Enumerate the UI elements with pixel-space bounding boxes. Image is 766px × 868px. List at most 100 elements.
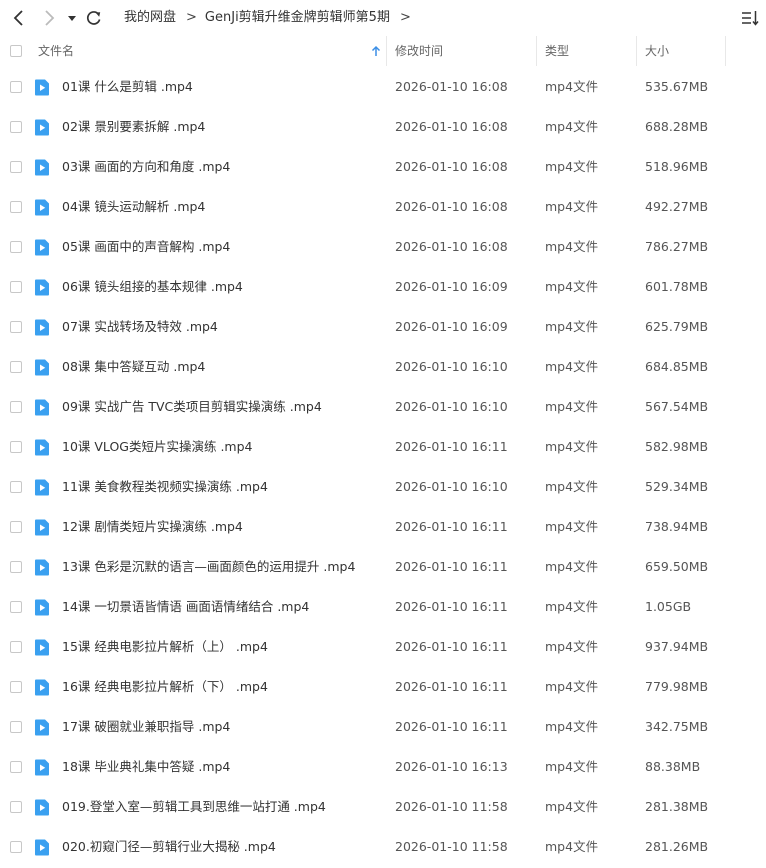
file-name[interactable]: 10课 VLOG类短片实操演练 .mp4 [62,427,253,467]
row-checkbox[interactable] [10,681,22,693]
row-checkbox[interactable] [10,601,22,613]
column-divider[interactable] [536,36,537,66]
file-name[interactable]: 020.初窥门径—剪辑行业大揭秘 .mp4 [62,827,276,867]
row-checkbox[interactable] [10,521,22,533]
sort-menu-button[interactable] [740,8,760,28]
file-name[interactable]: 019.登堂入室—剪辑工具到思维一站打通 .mp4 [62,787,326,827]
video-file-icon [35,519,49,536]
file-row[interactable]: 07课 实战转场及特效 .mp4 2026-01-10 16:09 mp4文件 625… [0,307,766,347]
file-row[interactable]: 06课 镜头组接的基本规律 .mp4 2026-01-10 16:09 mp4文件 6… [0,267,766,307]
file-row[interactable]: 08课 集中答疑互动 .mp4 2026-01-10 16:10 mp4文件 684.… [0,347,766,387]
row-checkbox[interactable] [10,121,22,133]
row-checkbox[interactable] [10,241,22,253]
file-row[interactable]: 019.登堂入室—剪辑工具到思维一站打通 .mp4 2026-01-10 11:5… [0,787,766,827]
column-divider[interactable] [636,36,637,66]
file-row[interactable]: 11课 美食教程类视频实操演练 .mp4 2026-01-10 16:10 mp4文… [0,467,766,507]
file-name[interactable]: 13课 色彩是沉默的语言—画面颜色的运用提升 .mp4 [62,547,355,587]
row-checkbox[interactable] [10,761,22,773]
column-divider[interactable] [725,36,726,66]
row-checkbox[interactable] [10,201,22,213]
file-row[interactable]: 10课 VLOG类短片实操演练 .mp4 2026-01-10 16:11 mp4文… [0,427,766,467]
file-name[interactable]: 12课 剧情类短片实操演练 .mp4 [62,507,243,547]
file-name[interactable]: 09课 实战广告 TVC类项目剪辑实操演练 .mp4 [62,387,322,427]
file-name[interactable]: 06课 镜头组接的基本规律 .mp4 [62,267,243,307]
file-row[interactable]: 13课 色彩是沉默的语言—画面颜色的运用提升 .mp4 2026-01-10 16… [0,547,766,587]
file-size: 492.27MB [645,199,709,214]
file-row[interactable]: 01课 什么是剪辑 .mp4 2026-01-10 16:08 mp4文件 535.6… [0,67,766,107]
row-checkbox[interactable] [10,401,22,413]
column-header-name[interactable]: 文件名 [38,36,74,66]
file-size: 659.50MB [645,559,709,574]
column-header-type[interactable]: 类型 [545,36,569,66]
row-checkbox[interactable] [10,161,22,173]
file-size: 786.27MB [645,239,709,254]
file-modified: 2026-01-10 16:11 [395,719,508,734]
caret-down-icon [68,16,76,21]
file-type: mp4文件 [545,119,599,134]
file-row[interactable]: 02课 景别要素拆解 .mp4 2026-01-10 16:08 mp4文件 688.… [0,107,766,147]
row-checkbox[interactable] [10,841,22,853]
file-row[interactable]: 14课 一切景语皆情语 画面语情绪结合 .mp4 2026-01-10 16:11… [0,587,766,627]
row-checkbox[interactable] [10,441,22,453]
video-file-icon [35,159,49,176]
select-all-checkbox[interactable] [10,45,22,57]
file-name[interactable]: 11课 美食教程类视频实操演练 .mp4 [62,467,268,507]
file-row[interactable]: 03课 画面的方向和角度 .mp4 2026-01-10 16:08 mp4文件 51… [0,147,766,187]
row-checkbox[interactable] [10,481,22,493]
file-size: 582.98MB [645,439,709,454]
forward-button[interactable] [37,6,61,30]
breadcrumb-item-root[interactable]: 我的网盘 [124,8,176,28]
file-name[interactable]: 02课 景别要素拆解 .mp4 [62,107,205,147]
file-row[interactable]: 15课 经典电影拉片解析（上） .mp4 2026-01-10 16:11 mp4文… [0,627,766,667]
breadcrumb: 我的网盘 > GenJi剪辑升维金牌剪辑师第5期 > [124,8,419,28]
video-file-icon [35,279,49,296]
row-checkbox[interactable] [10,801,22,813]
file-name[interactable]: 04课 镜头运动解析 .mp4 [62,187,205,227]
row-checkbox[interactable] [10,281,22,293]
file-name[interactable]: 17课 破圈就业兼职指导 .mp4 [62,707,230,747]
file-name[interactable]: 07课 实战转场及特效 .mp4 [62,307,218,347]
sort-ascending-icon[interactable] [371,45,381,57]
file-row[interactable]: 18课 毕业典礼集中答疑 .mp4 2026-01-10 16:13 mp4文件 88… [0,747,766,787]
file-size: 518.96MB [645,159,709,174]
row-checkbox[interactable] [10,81,22,93]
history-dropdown-button[interactable] [63,6,81,30]
row-checkbox[interactable] [10,361,22,373]
toolbar: 我的网盘 > GenJi剪辑升维金牌剪辑师第5期 > [0,0,766,36]
file-name[interactable]: 18课 毕业典礼集中答疑 .mp4 [62,747,230,787]
refresh-button[interactable] [82,6,106,30]
column-divider[interactable] [386,36,387,66]
file-name[interactable]: 16课 经典电影拉片解析（下） .mp4 [62,667,268,707]
file-name[interactable]: 03课 画面的方向和角度 .mp4 [62,147,230,187]
file-row[interactable]: 12课 剧情类短片实操演练 .mp4 2026-01-10 16:11 mp4文件 7… [0,507,766,547]
file-type: mp4文件 [545,759,599,774]
file-name[interactable]: 08课 集中答疑互动 .mp4 [62,347,205,387]
row-checkbox[interactable] [10,321,22,333]
back-button[interactable] [7,6,31,30]
file-type: mp4文件 [545,239,599,254]
file-row[interactable]: 16课 经典电影拉片解析（下） .mp4 2026-01-10 16:11 mp4文… [0,667,766,707]
breadcrumb-item-current[interactable]: GenJi剪辑升维金牌剪辑师第5期 [205,8,390,28]
file-row[interactable]: 020.初窥门径—剪辑行业大揭秘 .mp4 2026-01-10 11:58 mp4… [0,827,766,867]
row-checkbox[interactable] [10,721,22,733]
video-file-icon [35,239,49,256]
file-name[interactable]: 15课 经典电影拉片解析（上） .mp4 [62,627,268,667]
file-row[interactable]: 17课 破圈就业兼职指导 .mp4 2026-01-10 16:11 mp4文件 34… [0,707,766,747]
file-type: mp4文件 [545,319,599,334]
row-checkbox[interactable] [10,641,22,653]
video-file-icon [35,319,49,336]
file-modified: 2026-01-10 16:10 [395,399,508,414]
chevron-right-icon: > [399,10,411,25]
file-name[interactable]: 14课 一切景语皆情语 画面语情绪结合 .mp4 [62,587,309,627]
column-header-size[interactable]: 大小 [645,36,669,66]
file-modified: 2026-01-10 16:08 [395,159,508,174]
file-row[interactable]: 09课 实战广告 TVC类项目剪辑实操演练 .mp4 2026-01-10 16:… [0,387,766,427]
file-row[interactable]: 04课 镜头运动解析 .mp4 2026-01-10 16:08 mp4文件 492.… [0,187,766,227]
file-row[interactable]: 05课 画面中的声音解构 .mp4 2026-01-10 16:08 mp4文件 78… [0,227,766,267]
column-header-modified[interactable]: 修改时间 [395,36,443,66]
file-name[interactable]: 05课 画面中的声音解构 .mp4 [62,227,230,267]
row-checkbox[interactable] [10,561,22,573]
file-name[interactable]: 01课 什么是剪辑 .mp4 [62,67,193,107]
sort-list-icon [742,11,759,26]
file-type: mp4文件 [545,359,599,374]
